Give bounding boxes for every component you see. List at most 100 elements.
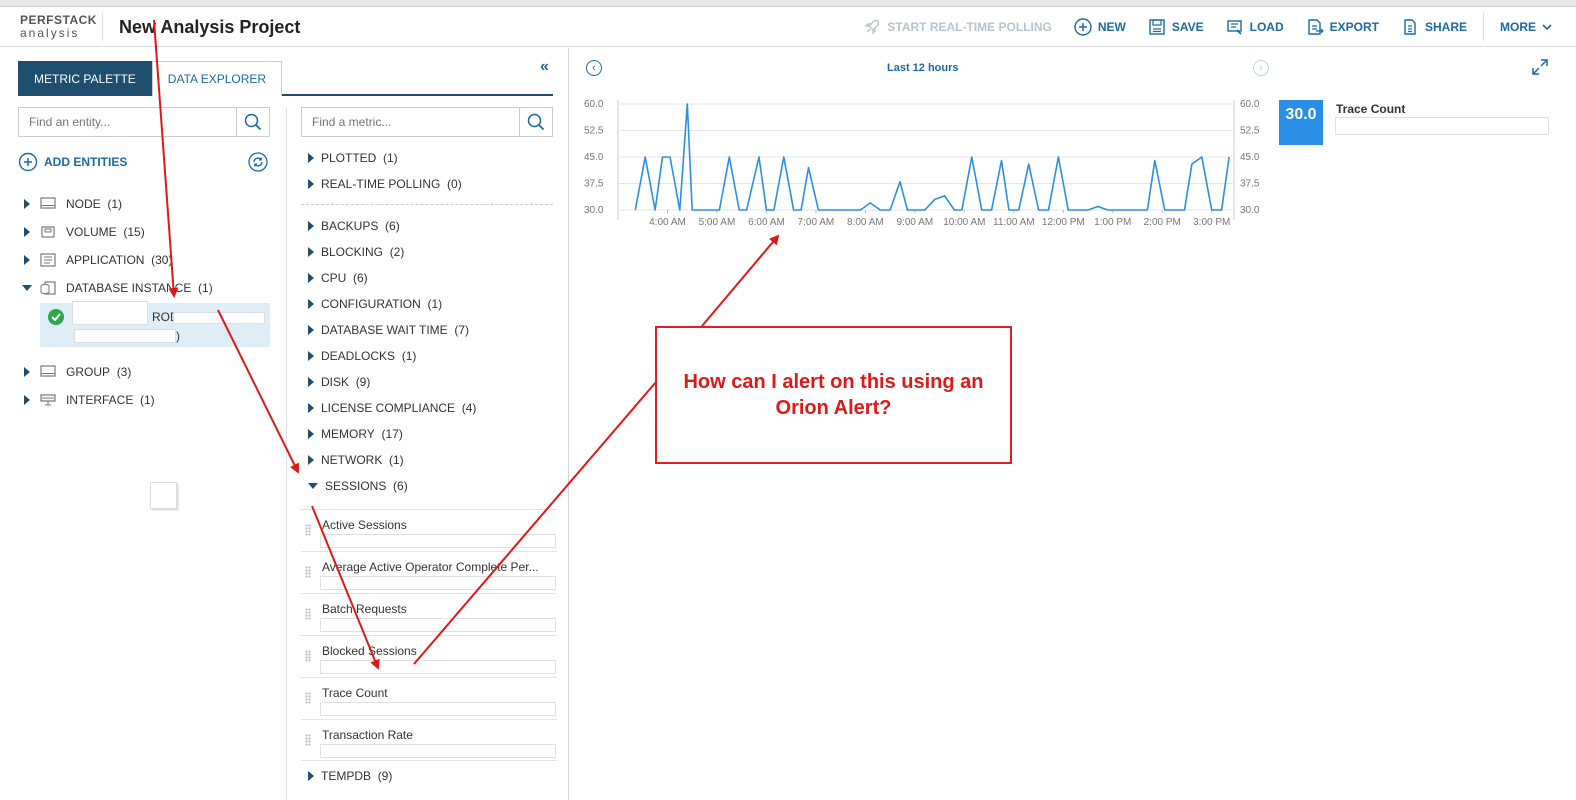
category-label: DATABASE WAIT TIME — [321, 323, 448, 337]
tab-data-explorer[interactable]: DATA EXPLORER — [151, 61, 283, 96]
metric-group-plotted[interactable]: PLOTTED (1) — [305, 145, 555, 171]
export-button[interactable]: EXPORT — [1306, 18, 1379, 36]
expand-arrow-icon[interactable] — [308, 273, 314, 283]
entity-search-button[interactable] — [236, 108, 269, 136]
expand-arrow-icon[interactable] — [308, 221, 314, 231]
metric-category-tempdb[interactable]: TEMPDB (9) — [305, 763, 555, 789]
entity-group[interactable]: GROUP (3) — [20, 358, 272, 386]
export-label: EXPORT — [1329, 20, 1379, 34]
share-button[interactable]: SHARE — [1401, 18, 1467, 36]
entity-label: DATABASE INSTANCE — [66, 281, 192, 295]
drag-handle-icon[interactable] — [305, 524, 311, 536]
redacted-entity-host — [74, 329, 176, 343]
metric-category-database-wait-time[interactable]: DATABASE WAIT TIME (7) — [305, 317, 555, 343]
plus-circle-icon — [1074, 18, 1092, 36]
trace-count-chart[interactable]: 60.0 60.0 52.5 52.5 45.0 45.0 37.5 37.5 30.0 30.0… — [570, 94, 1270, 234]
expand-arrow-icon[interactable] — [24, 199, 30, 209]
x-tick-label: 10:00 AM — [943, 217, 985, 228]
add-entities-button[interactable]: ADD ENTITIES — [18, 152, 127, 172]
expand-arrow-icon[interactable] — [24, 227, 30, 237]
expand-arrow-icon[interactable] — [308, 299, 314, 309]
refresh-icon — [248, 152, 268, 172]
metric-category-deadlocks[interactable]: DEADLOCKS (1) — [305, 343, 555, 369]
metric-group-realtime[interactable]: REAL-TIME POLLING (0) — [305, 171, 555, 197]
metric-category-license-compliance[interactable]: LICENSE COMPLIANCE (4) — [305, 395, 555, 421]
y-tick-label-right: 37.5 — [1240, 179, 1260, 190]
metric-search-input[interactable] — [302, 108, 518, 136]
collapse-arrow-icon[interactable] — [308, 483, 318, 489]
save-icon — [1149, 19, 1165, 35]
expand-arrow-icon[interactable] — [308, 429, 314, 439]
expand-arrow-icon[interactable] — [308, 771, 314, 781]
expand-arrow-icon[interactable] — [308, 403, 314, 413]
load-button[interactable]: LOAD — [1226, 18, 1284, 36]
expand-arrow-icon[interactable] — [308, 377, 314, 387]
entity-application[interactable]: APPLICATION (30) — [20, 246, 272, 274]
drag-handle-icon[interactable] — [305, 608, 311, 620]
metric-item[interactable]: Transaction Rate — [301, 719, 557, 761]
expand-arrow-icon[interactable] — [308, 247, 314, 257]
refresh-button[interactable] — [248, 152, 268, 175]
expand-arrow-icon[interactable] — [308, 325, 314, 335]
metric-category-backups[interactable]: BACKUPS (6) — [305, 213, 555, 239]
expand-arrow-icon[interactable] — [308, 153, 314, 163]
export-icon — [1307, 19, 1324, 35]
category-label: TEMPDB — [321, 769, 372, 783]
metric-category-cpu[interactable]: CPU (6) — [305, 265, 555, 291]
metric-category-memory[interactable]: MEMORY (17) — [305, 421, 555, 447]
annotation-note: How can I alert on this using an Orion A… — [655, 326, 1012, 464]
previous-range-button[interactable]: ‹ — [586, 60, 602, 76]
toolbar: START REAL-TIME POLLING NEW SAVE LOAD EX… — [841, 7, 1576, 47]
metric-category-blocking[interactable]: BLOCKING (2) — [305, 239, 555, 265]
group-icon — [40, 365, 56, 377]
metric-item[interactable]: Blocked Sessions — [301, 635, 557, 677]
load-label: LOAD — [1249, 20, 1284, 34]
start-polling-button[interactable]: START REAL-TIME POLLING — [863, 18, 1052, 36]
metric-item[interactable]: Active Sessions — [301, 509, 557, 551]
category-label: SESSIONS — [325, 479, 387, 493]
expand-arrow-icon[interactable] — [308, 351, 314, 361]
tab-metric-palette[interactable]: METRIC PALETTE — [18, 61, 152, 96]
metric-category-configuration[interactable]: CONFIGURATION (1) — [305, 291, 555, 317]
y-tick-label-left: 45.0 — [584, 152, 604, 163]
metric-category-network[interactable]: NETWORK (1) — [305, 447, 555, 473]
selected-database-entity[interactable]: ROD ( ) — [40, 301, 270, 347]
entity-search — [18, 107, 270, 137]
metric-search-button[interactable] — [519, 108, 552, 136]
drag-handle-icon[interactable] — [305, 566, 311, 578]
expand-arrow-icon[interactable] — [24, 395, 30, 405]
legend-value-badge: 30.0 — [1279, 100, 1323, 145]
metric-category-sessions[interactable]: SESSIONS (6) — [305, 473, 555, 499]
expand-arrow-icon[interactable] — [24, 255, 30, 265]
time-range-label[interactable]: Last 12 hours — [887, 62, 959, 74]
entity-label: APPLICATION — [66, 253, 145, 267]
expand-arrow-icon[interactable] — [308, 455, 314, 465]
y-tick-label-left: 37.5 — [584, 179, 604, 190]
metric-item-trace-count[interactable]: Trace Count — [301, 677, 557, 719]
entity-interface[interactable]: INTERFACE (1) — [20, 386, 272, 414]
entity-node[interactable]: NODE (1) — [20, 190, 272, 218]
next-range-button[interactable]: › — [1253, 60, 1269, 76]
expand-icon[interactable] — [1532, 59, 1548, 75]
collapse-panel-icon[interactable]: « — [540, 58, 549, 76]
expand-arrow-icon[interactable] — [308, 179, 314, 189]
metric-item[interactable]: Average Active Operator Complete Per... — [301, 551, 557, 593]
entity-search-input[interactable] — [19, 108, 235, 136]
entity-count: (1) — [140, 393, 155, 407]
metric-category-disk[interactable]: DISK (9) — [305, 369, 555, 395]
metric-name: Active Sessions — [322, 518, 407, 532]
more-button[interactable]: MORE — [1500, 20, 1552, 34]
drag-handle-icon[interactable] — [305, 650, 311, 662]
app-header: PERFSTACK analysis New Analysis Project … — [0, 7, 1576, 47]
collapse-arrow-icon[interactable] — [22, 285, 32, 291]
entity-database-instance[interactable]: DATABASE INSTANCE (1) — [20, 274, 272, 302]
new-button[interactable]: NEW — [1074, 18, 1126, 36]
metric-list: PLOTTED (1) REAL-TIME POLLING (0) BACKUP… — [301, 145, 557, 789]
drag-handle-icon[interactable] — [305, 734, 311, 746]
expand-arrow-icon[interactable] — [24, 367, 30, 377]
entity-volume[interactable]: VOLUME (15) — [20, 218, 272, 246]
metric-item[interactable]: Batch Requests — [301, 593, 557, 635]
drag-handle-icon[interactable] — [305, 692, 311, 704]
chevron-left-icon: ‹ — [592, 62, 596, 74]
save-button[interactable]: SAVE — [1148, 18, 1204, 36]
